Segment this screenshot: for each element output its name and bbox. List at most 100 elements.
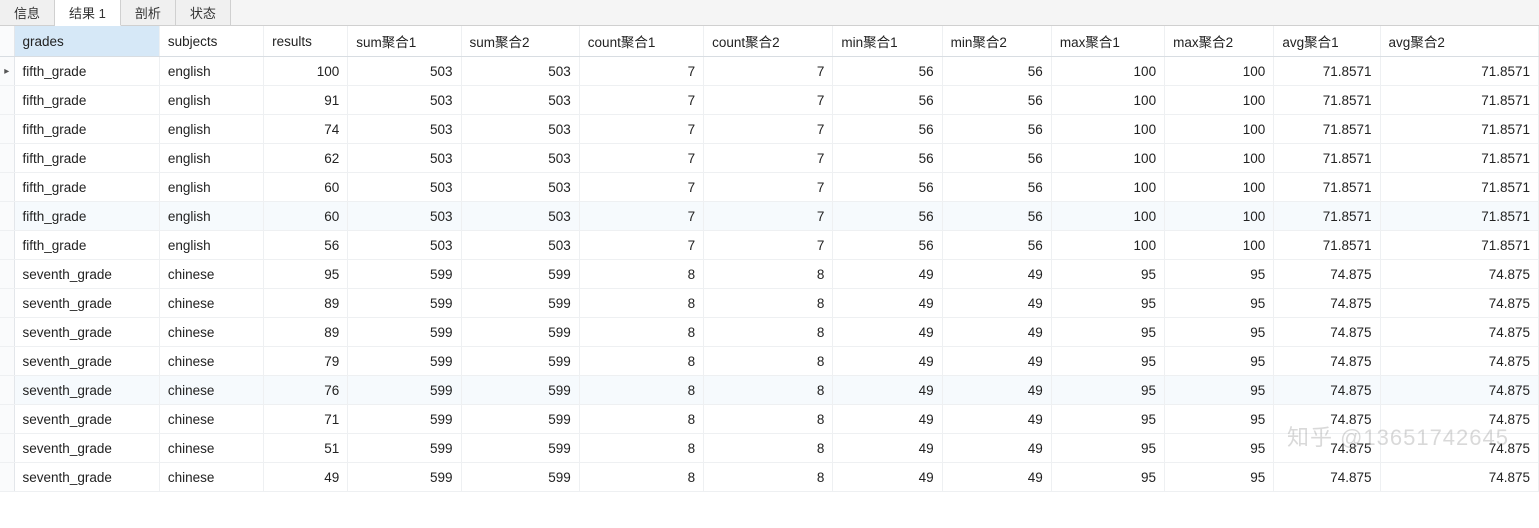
cell-subjects[interactable]: english — [159, 144, 263, 173]
cell-subjects[interactable]: chinese — [159, 347, 263, 376]
row-handle[interactable] — [0, 86, 14, 115]
cell-grades[interactable]: seventh_grade — [14, 347, 159, 376]
cell-grades[interactable]: seventh_grade — [14, 318, 159, 347]
cell-count1[interactable]: 7 — [579, 173, 703, 202]
table-row[interactable]: seventh_gradechinese49599599884949959574… — [0, 463, 1539, 492]
cell-sum2[interactable]: 503 — [461, 144, 579, 173]
cell-sum2[interactable]: 503 — [461, 231, 579, 260]
cell-max1[interactable]: 100 — [1051, 86, 1164, 115]
cell-subjects[interactable]: chinese — [159, 318, 263, 347]
cell-avg2[interactable]: 71.8571 — [1380, 115, 1538, 144]
tab-0[interactable]: 信息 — [0, 0, 55, 25]
cell-grades[interactable]: seventh_grade — [14, 260, 159, 289]
cell-sum2[interactable]: 599 — [461, 260, 579, 289]
cell-max1[interactable]: 95 — [1051, 289, 1164, 318]
cell-count1[interactable]: 7 — [579, 115, 703, 144]
cell-sum2[interactable]: 599 — [461, 405, 579, 434]
row-handle[interactable] — [0, 260, 14, 289]
cell-max2[interactable]: 100 — [1165, 202, 1274, 231]
cell-min2[interactable]: 49 — [942, 289, 1051, 318]
cell-avg1[interactable]: 71.8571 — [1274, 231, 1380, 260]
cell-max2[interactable]: 95 — [1165, 289, 1274, 318]
cell-avg1[interactable]: 71.8571 — [1274, 173, 1380, 202]
cell-min1[interactable]: 56 — [833, 144, 942, 173]
cell-min2[interactable]: 49 — [942, 463, 1051, 492]
cell-subjects[interactable]: english — [159, 173, 263, 202]
cell-min1[interactable]: 56 — [833, 86, 942, 115]
cell-avg1[interactable]: 74.875 — [1274, 318, 1380, 347]
cell-subjects[interactable]: chinese — [159, 260, 263, 289]
cell-subjects[interactable]: chinese — [159, 289, 263, 318]
cell-max2[interactable]: 95 — [1165, 376, 1274, 405]
cell-sum2[interactable]: 599 — [461, 434, 579, 463]
cell-sum1[interactable]: 599 — [348, 318, 461, 347]
cell-subjects[interactable]: chinese — [159, 434, 263, 463]
cell-results[interactable]: 71 — [264, 405, 348, 434]
cell-min2[interactable]: 56 — [942, 57, 1051, 86]
cell-count2[interactable]: 8 — [704, 347, 833, 376]
cell-min2[interactable]: 49 — [942, 260, 1051, 289]
cell-count2[interactable]: 8 — [704, 463, 833, 492]
cell-sum2[interactable]: 599 — [461, 289, 579, 318]
cell-avg2[interactable]: 71.8571 — [1380, 173, 1538, 202]
cell-count1[interactable]: 8 — [579, 405, 703, 434]
cell-max1[interactable]: 100 — [1051, 144, 1164, 173]
row-handle[interactable] — [0, 434, 14, 463]
cell-grades[interactable]: fifth_grade — [14, 173, 159, 202]
cell-min2[interactable]: 56 — [942, 144, 1051, 173]
cell-min1[interactable]: 49 — [833, 347, 942, 376]
row-handle[interactable]: ▸ — [0, 57, 14, 86]
cell-min1[interactable]: 49 — [833, 318, 942, 347]
row-handle-header[interactable] — [0, 26, 14, 57]
column-header-max1[interactable]: max聚合1 — [1051, 26, 1164, 57]
cell-max2[interactable]: 95 — [1165, 260, 1274, 289]
cell-avg2[interactable]: 74.875 — [1380, 405, 1538, 434]
cell-avg1[interactable]: 74.875 — [1274, 347, 1380, 376]
cell-min2[interactable]: 49 — [942, 376, 1051, 405]
cell-count1[interactable]: 7 — [579, 144, 703, 173]
row-handle[interactable] — [0, 202, 14, 231]
tab-2[interactable]: 剖析 — [121, 0, 176, 25]
cell-grades[interactable]: seventh_grade — [14, 376, 159, 405]
cell-sum1[interactable]: 503 — [348, 115, 461, 144]
cell-sum1[interactable]: 503 — [348, 57, 461, 86]
cell-avg2[interactable]: 71.8571 — [1380, 202, 1538, 231]
cell-max2[interactable]: 100 — [1165, 115, 1274, 144]
cell-min1[interactable]: 49 — [833, 376, 942, 405]
row-handle[interactable] — [0, 231, 14, 260]
table-row[interactable]: fifth_gradeenglish6050350377565610010071… — [0, 173, 1539, 202]
cell-sum2[interactable]: 503 — [461, 86, 579, 115]
cell-subjects[interactable]: english — [159, 57, 263, 86]
cell-avg1[interactable]: 71.8571 — [1274, 144, 1380, 173]
cell-max2[interactable]: 100 — [1165, 57, 1274, 86]
cell-avg2[interactable]: 74.875 — [1380, 463, 1538, 492]
cell-min2[interactable]: 49 — [942, 405, 1051, 434]
cell-max2[interactable]: 95 — [1165, 463, 1274, 492]
cell-sum1[interactable]: 599 — [348, 463, 461, 492]
row-handle[interactable] — [0, 289, 14, 318]
row-handle[interactable] — [0, 144, 14, 173]
cell-results[interactable]: 51 — [264, 434, 348, 463]
cell-sum1[interactable]: 599 — [348, 405, 461, 434]
cell-min2[interactable]: 56 — [942, 115, 1051, 144]
cell-avg2[interactable]: 74.875 — [1380, 434, 1538, 463]
cell-results[interactable]: 89 — [264, 318, 348, 347]
cell-min2[interactable]: 56 — [942, 86, 1051, 115]
cell-count1[interactable]: 8 — [579, 434, 703, 463]
cell-avg1[interactable]: 74.875 — [1274, 376, 1380, 405]
cell-subjects[interactable]: english — [159, 86, 263, 115]
column-header-subjects[interactable]: subjects — [159, 26, 263, 57]
cell-sum2[interactable]: 503 — [461, 115, 579, 144]
cell-max1[interactable]: 95 — [1051, 347, 1164, 376]
cell-results[interactable]: 49 — [264, 463, 348, 492]
cell-min2[interactable]: 49 — [942, 434, 1051, 463]
cell-count1[interactable]: 7 — [579, 57, 703, 86]
cell-avg1[interactable]: 74.875 — [1274, 463, 1380, 492]
cell-max1[interactable]: 95 — [1051, 318, 1164, 347]
cell-count1[interactable]: 8 — [579, 289, 703, 318]
column-header-sum1[interactable]: sum聚合1 — [348, 26, 461, 57]
cell-avg1[interactable]: 74.875 — [1274, 289, 1380, 318]
column-header-max2[interactable]: max聚合2 — [1165, 26, 1274, 57]
cell-avg1[interactable]: 71.8571 — [1274, 202, 1380, 231]
column-header-avg1[interactable]: avg聚合1 — [1274, 26, 1380, 57]
